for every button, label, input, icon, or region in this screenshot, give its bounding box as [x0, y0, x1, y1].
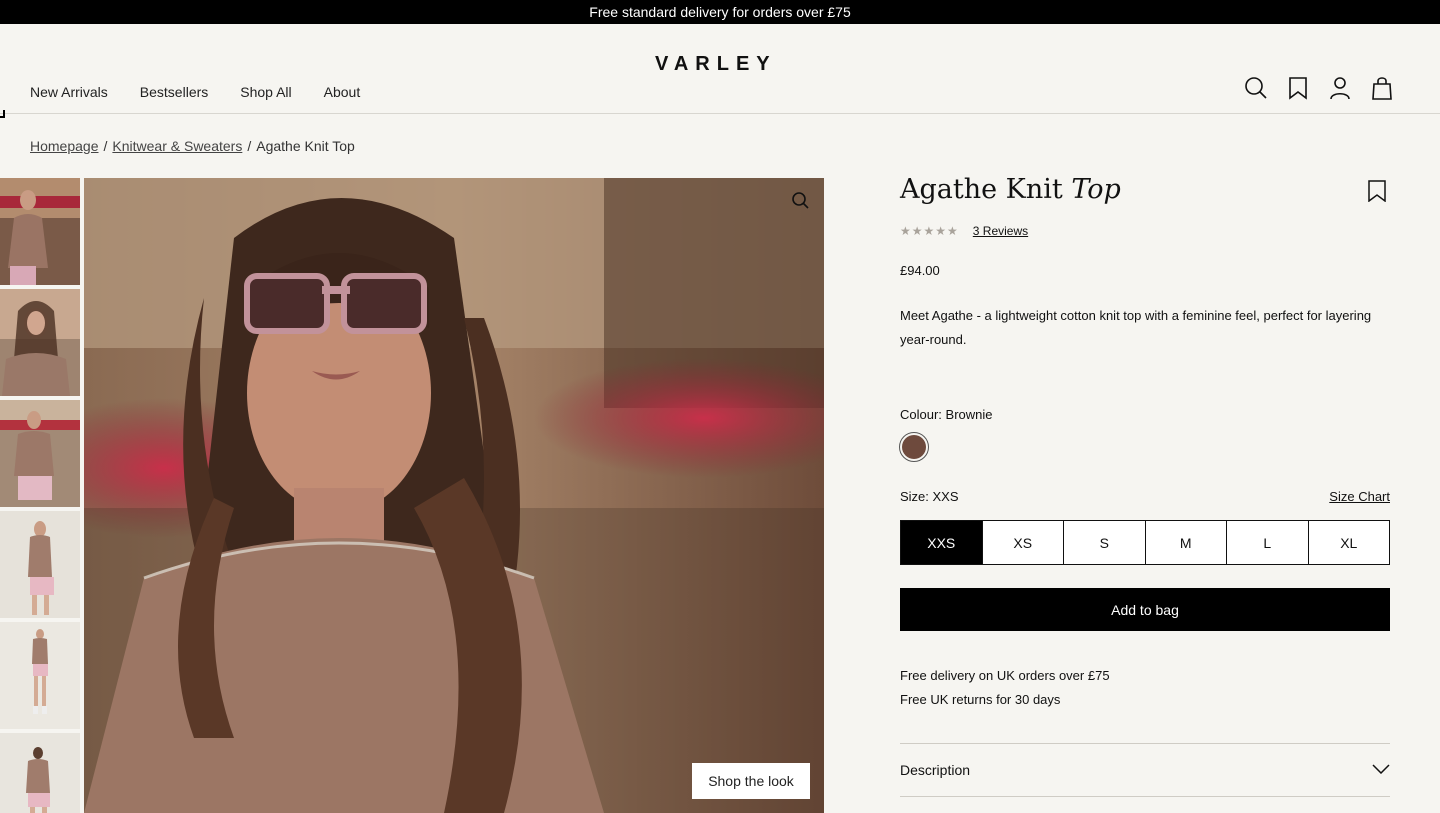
swatch-fill [902, 435, 926, 459]
corner-marker [0, 110, 5, 118]
announcement-bar: Free standard delivery for orders over £… [0, 0, 1440, 24]
bag-icon[interactable] [1366, 72, 1398, 104]
thumbnail-1[interactable] [0, 178, 80, 285]
size-chart-link[interactable]: Size Chart [1329, 489, 1390, 504]
zoom-icon[interactable] [790, 190, 812, 212]
colour-swatch-brownie[interactable] [899, 432, 929, 462]
size-option-xs[interactable]: XS [982, 521, 1064, 564]
size-option-m[interactable]: M [1145, 521, 1227, 564]
nav-shop-all[interactable]: Shop All [240, 84, 291, 100]
product-main-image[interactable]: Shop the look [84, 178, 824, 813]
site-header: VARLEY New Arrivals Bestsellers Shop All… [0, 24, 1440, 114]
rating-stars-icon: ★★★★★ [900, 224, 959, 238]
delivery-line: Free delivery on UK orders over £75 [900, 668, 1110, 683]
add-to-bag-button[interactable]: Add to bag [900, 588, 1390, 631]
size-option-l[interactable]: L [1227, 521, 1309, 564]
size-option-s[interactable]: S [1064, 521, 1146, 564]
brand-logo[interactable]: VARLEY [655, 53, 777, 76]
breadcrumb-current: Agathe Knit Top [256, 138, 355, 154]
thumbnail-3[interactable] [0, 400, 80, 507]
nav-about[interactable]: About [324, 84, 361, 100]
account-icon[interactable] [1324, 72, 1356, 104]
colour-label: Colour: Brownie [900, 407, 993, 422]
breadcrumb-separator: / [103, 138, 108, 154]
description-accordion[interactable]: Description [900, 743, 1390, 797]
accordion-label: Description [900, 762, 971, 778]
thumbnail-rail [0, 178, 80, 813]
product-title: Agathe Knit Top [900, 174, 1390, 205]
search-icon[interactable] [1240, 72, 1272, 104]
breadcrumb: Homepage / Knitwear & Sweaters / Agathe Knit… [30, 138, 355, 154]
header-actions [1240, 72, 1408, 104]
breadcrumb-home[interactable]: Homepage [30, 138, 99, 154]
wishlist-icon[interactable] [1282, 72, 1314, 104]
delivery-info: Free delivery on UK orders over £75 Free… [900, 664, 1110, 712]
main-nav: New Arrivals Bestsellers Shop All About [30, 84, 392, 100]
chevron-down-icon [1372, 761, 1390, 779]
size-option-xxs[interactable]: XXS [901, 521, 983, 564]
thumbnail-2[interactable] [0, 289, 80, 396]
size-selector: XXS XS S M L XL [900, 520, 1390, 565]
thumbnail-6[interactable] [0, 733, 80, 813]
product-price: £94.00 [900, 263, 940, 278]
product-details: Agathe Knit Top ★★★★★ 3 Reviews £94.00 M… [899, 174, 1390, 797]
thumbnail-4[interactable] [0, 511, 80, 618]
size-label: Size: XXS [900, 489, 959, 504]
returns-line: Free UK returns for 30 days [900, 692, 1061, 707]
product-title-italic: Top [1071, 174, 1121, 205]
size-option-xl[interactable]: XL [1308, 521, 1389, 564]
nav-new-arrivals[interactable]: New Arrivals [30, 84, 108, 100]
reviews-link[interactable]: 3 Reviews [973, 224, 1028, 238]
wishlist-add-icon[interactable] [1368, 180, 1386, 203]
product-description: Meet Agathe - a lightweight cotton knit … [900, 308, 1372, 347]
thumbnail-5[interactable] [0, 622, 80, 729]
breadcrumb-category[interactable]: Knitwear & Sweaters [112, 138, 242, 154]
shop-the-look-button[interactable]: Shop the look [692, 763, 810, 799]
product-title-main: Agathe Knit [900, 174, 1063, 205]
product-rating: ★★★★★ 3 Reviews [900, 224, 1028, 238]
breadcrumb-separator: / [247, 138, 252, 154]
nav-bestsellers[interactable]: Bestsellers [140, 84, 208, 100]
